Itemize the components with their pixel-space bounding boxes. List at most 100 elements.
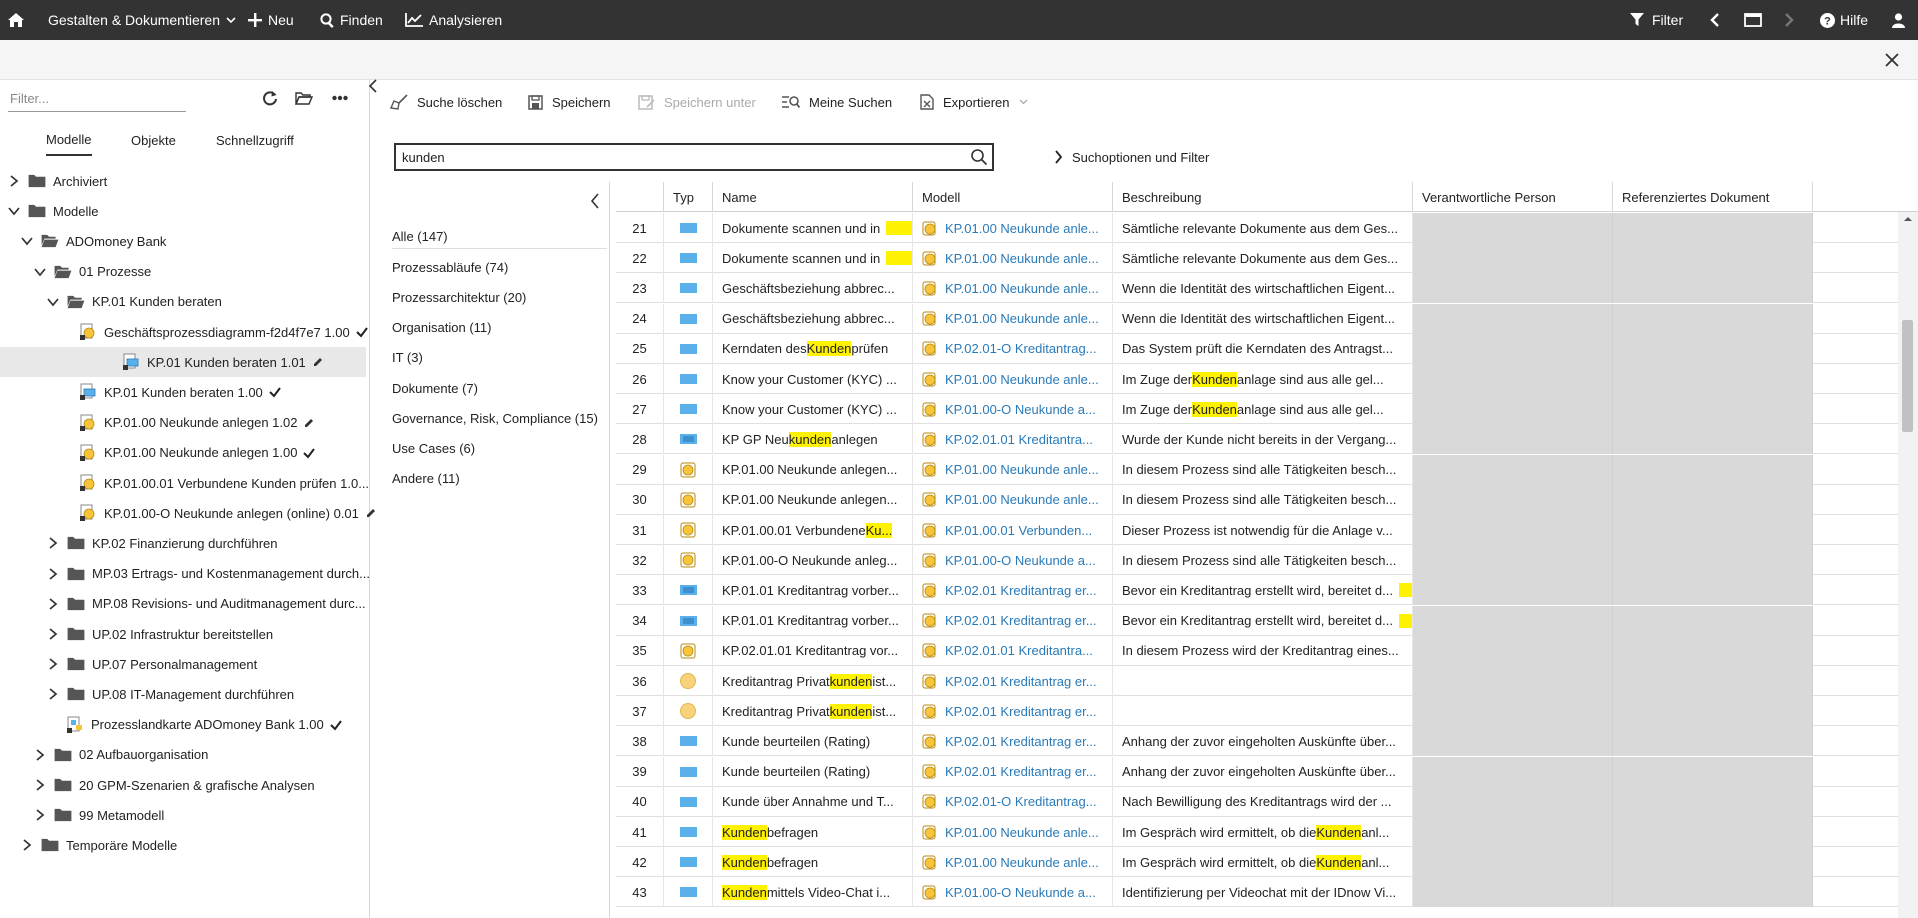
name-cell[interactable]: Dokumente scannen und in bbox=[713, 243, 913, 274]
name-cell[interactable]: Kunde über Annahme und T... bbox=[713, 786, 913, 817]
table-row[interactable]: 25 Kerndaten des Kunden prüfen KP.02.01-O … bbox=[616, 333, 1918, 364]
table-row[interactable]: 26 Know your Customer (KYC) ... KP.01.00 N… bbox=[616, 364, 1918, 394]
name-cell[interactable]: Dokumente scannen und in bbox=[713, 213, 913, 243]
name-cell[interactable]: Kerndaten des Kunden prüfen bbox=[713, 333, 913, 364]
tree-item[interactable]: 99 Metamodell bbox=[34, 800, 164, 830]
name-cell[interactable]: Kunde beurteilen (Rating) bbox=[713, 726, 913, 757]
name-cell[interactable]: Kunde beurteilen (Rating) bbox=[713, 756, 913, 787]
tree-item[interactable]: KP.01 Kunden beraten 1.00 bbox=[80, 377, 281, 407]
model-link[interactable]: KP.02.01-O Kreditantrag... bbox=[913, 786, 1113, 817]
forward-button[interactable] bbox=[1784, 0, 1794, 40]
tree-item[interactable]: KP.01.00 Neukunde anlegen 1.02 bbox=[80, 408, 315, 438]
tree-item[interactable]: KP.02 Finanzierung durchführen bbox=[47, 528, 278, 558]
model-link[interactable]: KP.02.01.01 Kreditantra... bbox=[913, 424, 1113, 455]
name-cell[interactable]: KP GP Neu kunden anlegen bbox=[713, 424, 913, 455]
category-filter-item[interactable]: Prozessarchitektur (20) bbox=[392, 285, 526, 309]
name-cell[interactable]: Geschäftsbeziehung abbrec... bbox=[713, 303, 913, 334]
tab-objects[interactable]: Objekte bbox=[131, 124, 176, 156]
model-link[interactable]: KP.01.00 Neukunde anle... bbox=[913, 273, 1113, 304]
tree-item[interactable]: KP.01 Kunden beraten bbox=[47, 287, 222, 317]
table-row[interactable]: 38 Kunde beurteilen (Rating) KP.02.01 Kred… bbox=[616, 726, 1918, 757]
table-row[interactable]: 22 Dokumente scannen und in KP.01.00 Neuk… bbox=[616, 243, 1918, 274]
tree-item[interactable]: Prozesslandkarte ADOmoney Bank 1.00 bbox=[67, 710, 342, 740]
category-filter-item[interactable]: IT (3) bbox=[392, 346, 423, 370]
name-cell[interactable]: Know your Customer (KYC) ... bbox=[713, 364, 913, 394]
window-button[interactable] bbox=[1744, 0, 1762, 40]
table-row[interactable]: 23 Geschäftsbeziehung abbrec... KP.01.00 N… bbox=[616, 273, 1918, 304]
name-cell[interactable]: Know your Customer (KYC) ... bbox=[713, 394, 913, 425]
name-cell[interactable]: Kreditantrag Privat kunden ist... bbox=[713, 666, 913, 696]
model-link[interactable]: KP.01.00 Neukunde anle... bbox=[913, 303, 1113, 334]
table-row[interactable]: 43 Kunden mittels Video-Chat i... KP.01.00… bbox=[616, 877, 1918, 908]
name-cell[interactable]: Geschäftsbeziehung abbrec... bbox=[713, 273, 913, 304]
table-row[interactable]: 37 Kreditantrag Privat kunden ist... KP.02.… bbox=[616, 696, 1918, 727]
menu-analyze[interactable]: Analysieren bbox=[405, 0, 502, 40]
model-link[interactable]: KP.01.00-O Neukunde a... bbox=[913, 545, 1113, 576]
table-row[interactable]: 32 KP.01.00-O Neukunde anleg... KP.01.00-O… bbox=[616, 545, 1918, 576]
name-cell[interactable]: Kunden mittels Video-Chat i... bbox=[713, 877, 913, 908]
tab-quick-access[interactable]: Schnellzugriff bbox=[216, 124, 294, 156]
model-link[interactable]: KP.02.01.01 Kreditantra... bbox=[913, 635, 1113, 666]
tree-item[interactable]: MP.03 Ertrags- und Kostenmanagement durc… bbox=[47, 559, 370, 589]
refresh-icon[interactable] bbox=[260, 88, 280, 108]
menu-find[interactable]: Finden bbox=[320, 0, 383, 40]
model-link[interactable]: KP.02.01 Kreditantrag er... bbox=[913, 605, 1113, 636]
table-row[interactable]: 42 Kunden befragen KP.01.00 Neukunde anle.… bbox=[616, 847, 1918, 878]
name-cell[interactable]: KP.01.01 Kreditantrag vorber... bbox=[713, 575, 913, 606]
table-row[interactable]: 35 KP.02.01.01 Kreditantrag vor... KP.02.0… bbox=[616, 635, 1918, 666]
tree-item[interactable]: ADOmoney Bank bbox=[21, 226, 166, 256]
category-filter-item[interactable]: Use Cases (6) bbox=[392, 436, 475, 460]
tree-item[interactable]: Temporäre Modelle bbox=[21, 830, 177, 860]
model-link[interactable]: KP.01.00 Neukunde anle... bbox=[913, 364, 1113, 394]
column-header-model[interactable]: Modell bbox=[913, 182, 1113, 212]
model-link[interactable]: KP.01.00 Neukunde anle... bbox=[913, 243, 1113, 274]
model-link[interactable]: KP.01.00 Neukunde anle... bbox=[913, 454, 1113, 485]
category-filter-item[interactable]: Organisation (11) bbox=[392, 316, 491, 340]
name-cell[interactable]: Kunden befragen bbox=[713, 847, 913, 878]
export-button[interactable]: Exportieren bbox=[920, 92, 1028, 112]
help-button[interactable]: ? Hilfe bbox=[1820, 0, 1868, 40]
table-row[interactable]: 41 Kunden befragen KP.01.00 Neukunde anle.… bbox=[616, 817, 1918, 847]
tree-item[interactable]: KP.01.00 Neukunde anlegen 1.00 bbox=[80, 438, 316, 468]
tree-item[interactable]: 20 GPM-Szenarien & grafische Analysen bbox=[34, 770, 315, 800]
filter-button[interactable]: Filter bbox=[1630, 0, 1683, 40]
name-cell[interactable]: KP.01.00.01 Verbundene Ku... bbox=[713, 515, 913, 545]
model-link[interactable]: KP.01.00 Neukunde anle... bbox=[913, 484, 1113, 515]
back-button[interactable] bbox=[1710, 0, 1720, 40]
search-options-toggle[interactable]: Suchoptionen und Filter bbox=[1054, 146, 1209, 168]
table-row[interactable]: 24 Geschäftsbeziehung abbrec... KP.01.00 N… bbox=[616, 303, 1918, 334]
table-row[interactable]: 27 Know your Customer (KYC) ... KP.01.00-O… bbox=[616, 394, 1918, 425]
clear-search-button[interactable]: Suche löschen bbox=[390, 92, 502, 112]
column-header-referenced-document[interactable]: Referenziertes Dokument bbox=[1613, 182, 1813, 212]
table-row[interactable]: 34 KP.01.01 Kreditantrag vorber... KP.02.0… bbox=[616, 605, 1918, 636]
name-cell[interactable]: KP.01.00-O Neukunde anleg... bbox=[713, 545, 913, 576]
tree-item[interactable]: KP.01.00.01 Verbundene Kunden prüfen 1.0… bbox=[80, 468, 369, 498]
tree-item[interactable]: KP.01 Kunden beraten 1.01 bbox=[0, 347, 366, 378]
model-link[interactable]: KP.02.01-O Kreditantrag... bbox=[913, 333, 1113, 364]
tree-item[interactable]: KP.01.00-O Neukunde anlegen (online) 0.0… bbox=[80, 498, 377, 528]
name-cell[interactable]: Kreditantrag Privat kunden ist... bbox=[713, 696, 913, 727]
table-row[interactable]: 29 KP.01.00 Neukunde anlegen... KP.01.00 N… bbox=[616, 454, 1918, 485]
tab-models[interactable]: Modelle bbox=[46, 124, 92, 156]
table-row[interactable]: 28 KP GP Neu kunden anlegen KP.02.01.01 Kre… bbox=[616, 424, 1918, 455]
menu-new[interactable]: Neu bbox=[248, 0, 294, 40]
table-row[interactable]: 40 Kunde über Annahme und T... KP.02.01-O … bbox=[616, 786, 1918, 817]
collapse-facets-icon[interactable] bbox=[588, 192, 602, 210]
tree-item[interactable]: UP.07 Personalmanagement bbox=[47, 649, 257, 679]
table-row[interactable]: 33 KP.01.01 Kreditantrag vorber... KP.02.0… bbox=[616, 575, 1918, 606]
model-link[interactable]: KP.02.01 Kreditantrag er... bbox=[913, 696, 1113, 727]
close-icon[interactable] bbox=[1882, 50, 1902, 70]
folder-open-icon[interactable] bbox=[294, 88, 314, 108]
tree-item[interactable]: UP.08 IT-Management durchführen bbox=[47, 679, 294, 709]
category-filter-item[interactable]: Governance, Risk, Compliance (15) bbox=[392, 406, 598, 430]
table-row[interactable]: 30 KP.01.00 Neukunde anlegen... KP.01.00 N… bbox=[616, 484, 1918, 515]
tree-item[interactable]: MP.08 Revisions- und Auditmanagement dur… bbox=[47, 589, 366, 619]
category-filter-item[interactable]: Prozessabläufe (74) bbox=[392, 255, 508, 279]
model-link[interactable]: KP.01.00.01 Verbunden... bbox=[913, 515, 1113, 545]
model-link[interactable]: KP.02.01 Kreditantrag er... bbox=[913, 666, 1113, 696]
vertical-scrollbar[interactable] bbox=[1898, 212, 1918, 918]
tree-item[interactable]: Geschäftsprozessdiagramm-f2d4f7e7 1.00 bbox=[80, 317, 368, 347]
name-cell[interactable]: KP.01.00 Neukunde anlegen... bbox=[713, 484, 913, 515]
menu-design-document[interactable]: Gestalten & Dokumentieren bbox=[48, 0, 236, 40]
user-icon[interactable] bbox=[1892, 0, 1905, 40]
